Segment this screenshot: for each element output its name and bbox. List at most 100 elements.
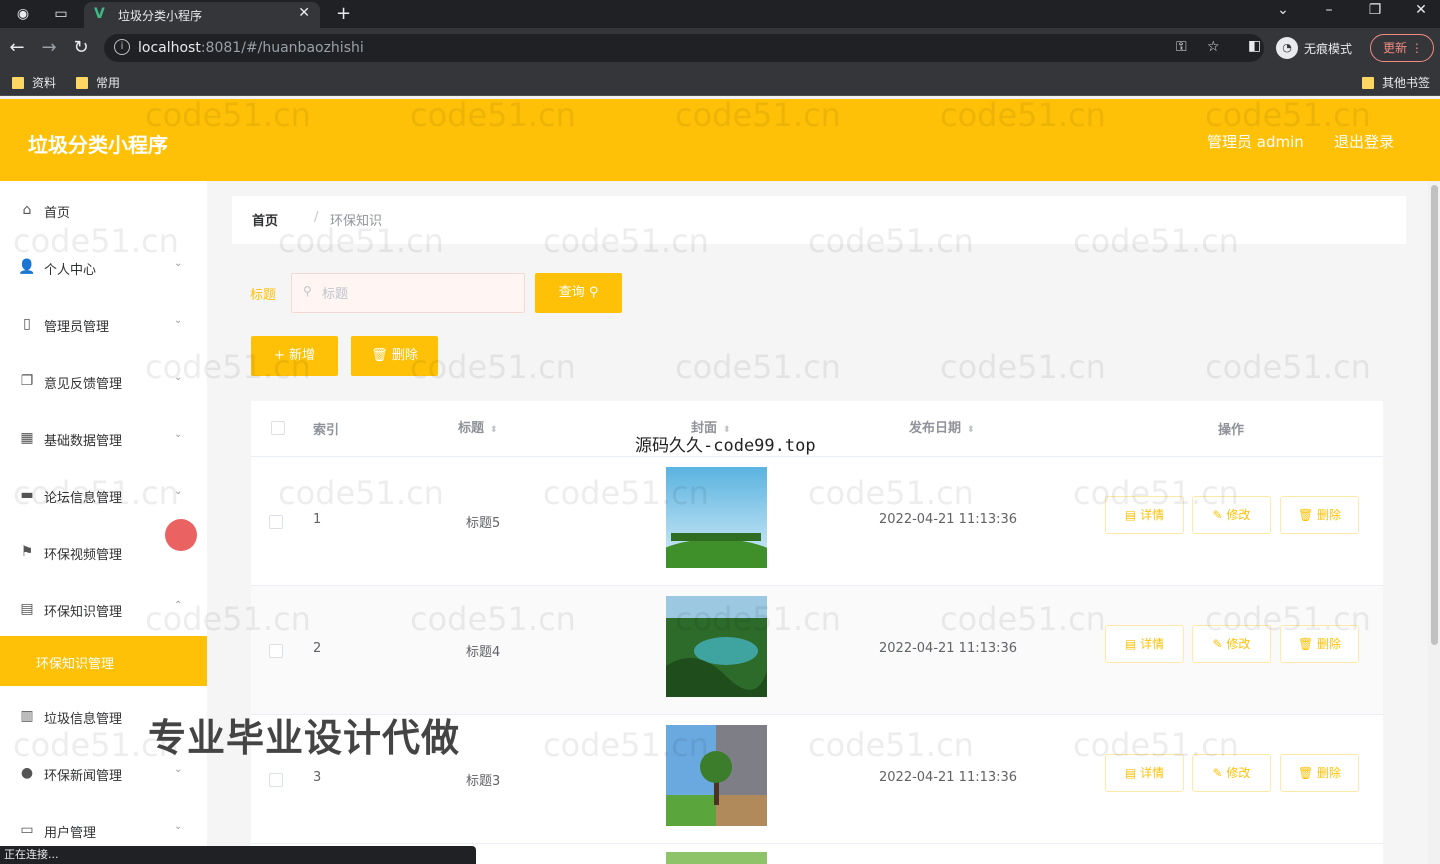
phone-icon: ▯	[23, 316, 31, 332]
url-text: localhost:8081/#/huanbaozhishi	[138, 40, 364, 56]
sidebar-item-knowledge[interactable]: ▤ 环保知识管理 ⌃	[0, 589, 207, 629]
address-bar: ← → ↻ i localhost:8081/#/huanbaozhishi ⚿…	[0, 28, 1440, 68]
breadcrumb-home[interactable]: 首页	[252, 210, 278, 229]
chevron-down-icon: ⌄	[174, 821, 183, 832]
column-header-ops: 操作	[1218, 423, 1245, 438]
restore-icon[interactable]: ❐	[1363, 2, 1387, 18]
browser-tab-bar: ◉ ▭ V 垃圾分类小程序 ✕ + ⌄ – ❐ ✕	[0, 0, 1440, 28]
row-date: 2022-04-21 11:13:36	[879, 512, 1018, 527]
sidebar-item-label: 环保知识管理	[44, 605, 123, 620]
sidebar-item-home[interactable]: ⌂ 首页	[0, 190, 207, 230]
site-info-icon[interactable]: i	[114, 39, 130, 55]
cover-image	[666, 852, 767, 864]
location-icon: ●	[20, 765, 34, 781]
tab-close-icon[interactable]: ✕	[298, 5, 310, 21]
reload-icon[interactable]: ↻	[70, 37, 92, 59]
sidebar-item-admins[interactable]: ▯ 管理员管理 ⌄	[0, 304, 207, 344]
row-index: 1	[313, 512, 322, 527]
bookmark-folder[interactable]: 常用	[76, 74, 120, 91]
window-close-icon[interactable]: ✕	[1409, 2, 1433, 18]
search-input[interactable]	[291, 273, 525, 313]
document-icon: ▤	[20, 601, 34, 617]
vue-favicon-icon: V	[94, 6, 105, 22]
bookmark-folder[interactable]: 资料	[12, 74, 56, 91]
sidebar-item-label: 环保新闻管理	[44, 769, 123, 784]
sidebar-subitem-label: 环保知识管理	[36, 657, 115, 672]
sidebar-item-label: 论坛信息管理	[44, 491, 123, 506]
home-icon: ⌂	[22, 202, 32, 218]
search-label: 标题	[250, 288, 277, 303]
batch-delete-button[interactable]: 🗑 删除	[351, 336, 438, 376]
delete-button[interactable]: 🗑 删除	[1280, 496, 1359, 534]
column-header-index: 索引	[313, 423, 340, 438]
sidebar-item-label: 意见反馈管理	[44, 377, 123, 392]
browser-menu-icon[interactable]: ◉	[14, 5, 32, 23]
browser-tab[interactable]: V 垃圾分类小程序 ✕	[84, 2, 320, 28]
search-icon: ⚲	[303, 284, 312, 298]
sidebar-item-forum[interactable]: ▬ 论坛信息管理 ⌄	[0, 475, 207, 515]
other-bookmarks[interactable]: 其他书签	[1362, 74, 1430, 91]
chevron-down-icon: ⌄	[174, 258, 183, 269]
incognito-label: 无痕模式	[1304, 41, 1353, 56]
monitor-icon: ▬	[20, 487, 34, 503]
table-row: 1 标题5 2022-04-21 11:13:36 ▤ 详情 ✎ 修改 🗑 删除	[251, 456, 1383, 585]
message-icon: ▭	[20, 822, 34, 838]
scrollbar-thumb[interactable]	[1431, 185, 1438, 645]
row-checkbox[interactable]	[269, 773, 283, 787]
tab-search-icon[interactable]: ⌄	[1271, 2, 1295, 18]
bookmark-star-icon[interactable]: ☆	[1207, 39, 1220, 55]
search-icon: ⚲	[588, 285, 599, 300]
tab-overview-icon[interactable]: ▭	[52, 5, 70, 23]
url-field[interactable]: i localhost:8081/#/huanbaozhishi ⚿ ☆	[104, 34, 1264, 62]
row-checkbox[interactable]	[269, 515, 283, 529]
detail-button[interactable]: ▤ 详情	[1105, 754, 1184, 792]
sort-icon: ⬍	[490, 425, 498, 435]
folder-icon	[76, 76, 88, 89]
sidebar-item-profile[interactable]: 👤 个人中心 ⌄	[0, 247, 207, 287]
sidebar-item-feedback[interactable]: ❐ 意见反馈管理 ⌄	[0, 361, 207, 401]
back-icon[interactable]: ←	[6, 37, 28, 59]
sidebar-subitem-knowledge-active[interactable]: 环保知识管理	[0, 636, 207, 686]
chevron-down-icon: ⌄	[174, 486, 183, 497]
sidebar-item-users[interactable]: ▭ 用户管理 ⌄	[0, 810, 207, 850]
folder-icon	[1362, 76, 1374, 89]
column-header-date[interactable]: 发布日期 ⬍	[909, 417, 975, 436]
copy-icon: ❐	[20, 373, 34, 389]
update-button[interactable]: 更新 ⋮	[1370, 34, 1434, 62]
data-table: 索引 标题 ⬍ 封面 ⬍ 发布日期 ⬍ 操作 1 标题5 2022-04-21 11:…	[251, 401, 1383, 864]
sidebar-item-label: 环保视频管理	[44, 548, 123, 563]
ad-overlay-text: 专业毕业设计代做	[148, 716, 461, 760]
query-button[interactable]: 查询 ⚲	[535, 273, 622, 313]
key-icon[interactable]: ⚿	[1176, 39, 1187, 55]
row-checkbox[interactable]	[269, 644, 283, 658]
sidebar-item-basedata[interactable]: ▦ 基础数据管理 ⌄	[0, 418, 207, 458]
incognito-indicator[interactable]: ◔ 无痕模式	[1276, 34, 1352, 62]
add-button[interactable]: + 新增	[251, 336, 338, 376]
sidepanel-icon[interactable]: ◧	[1248, 38, 1261, 54]
grid-icon: ▦	[20, 430, 34, 446]
delete-button[interactable]: 🗑 删除	[1280, 754, 1359, 792]
detail-button[interactable]: ▤ 详情	[1105, 625, 1184, 663]
status-bar: 正在连接...	[0, 846, 476, 864]
row-index: 3	[313, 770, 322, 785]
admin-label: 管理员 admin	[1207, 133, 1304, 151]
click-indicator	[165, 519, 197, 551]
edit-button[interactable]: ✎ 修改	[1192, 754, 1271, 792]
chevron-down-icon: ⌄	[174, 372, 183, 383]
forward-icon[interactable]: →	[38, 37, 60, 59]
new-tab-icon[interactable]: +	[336, 3, 351, 24]
edit-button[interactable]: ✎ 修改	[1192, 496, 1271, 534]
chevron-up-icon: ⌃	[174, 600, 183, 611]
delete-button[interactable]: 🗑 删除	[1280, 625, 1359, 663]
minimize-icon[interactable]: –	[1317, 2, 1341, 18]
table-row: 2 标题4 2022-04-21 11:13:36 ▤ 详情 ✎ 修改 🗑 删除	[251, 585, 1383, 714]
logout-link[interactable]: 退出登录	[1334, 131, 1394, 152]
sidebar-item-label: 个人中心	[44, 263, 97, 278]
column-header-title[interactable]: 标题 ⬍	[458, 417, 498, 436]
sidebar-item-label: 垃圾信息管理	[44, 712, 123, 727]
detail-button[interactable]: ▤ 详情	[1105, 496, 1184, 534]
select-all-checkbox[interactable]	[271, 421, 285, 435]
chevron-down-icon: ⌄	[174, 764, 183, 775]
row-date: 2022-04-21 11:13:36	[879, 770, 1018, 785]
edit-button[interactable]: ✎ 修改	[1192, 625, 1271, 663]
